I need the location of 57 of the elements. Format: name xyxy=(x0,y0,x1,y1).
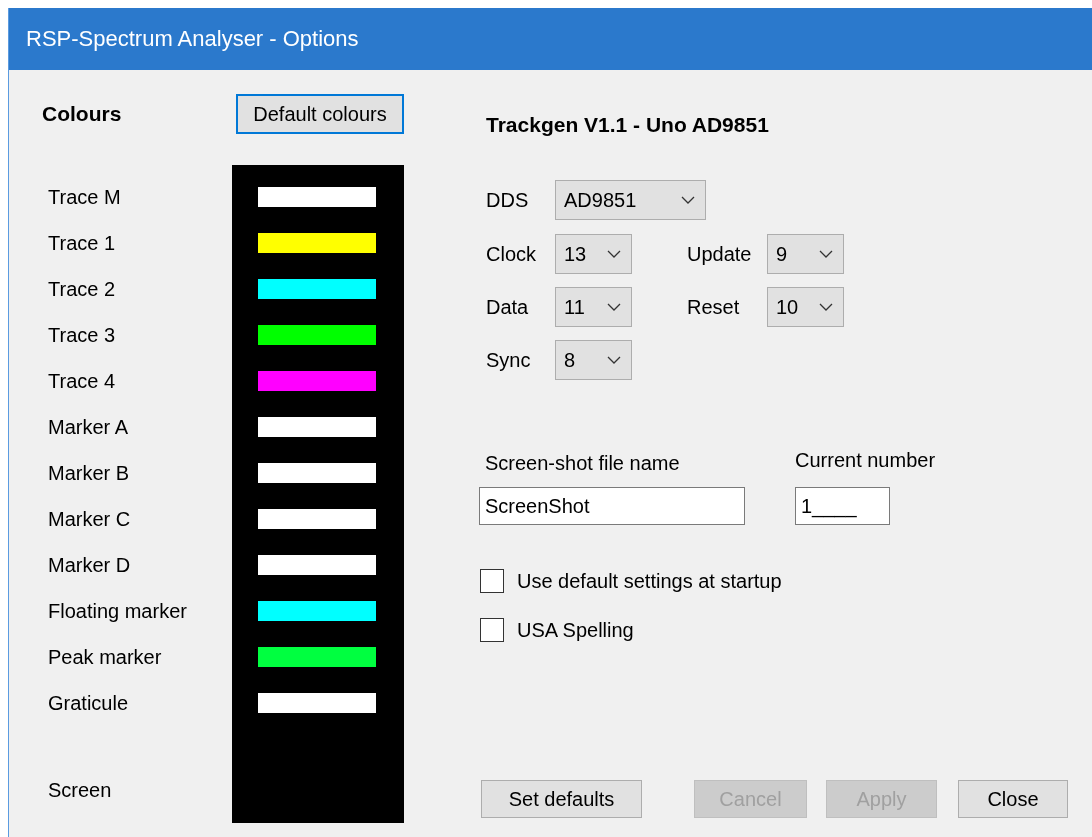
pin-dropdown[interactable]: 10 xyxy=(767,287,844,327)
dds-label: DDS xyxy=(486,188,530,212)
pin-label: Sync xyxy=(486,348,531,372)
colour-label: Screen xyxy=(47,778,112,803)
device-title: Trackgen V1.1 - Uno AD9851 xyxy=(486,112,769,138)
colour-label: Marker C xyxy=(47,507,131,532)
pin-label: Update xyxy=(687,242,752,266)
pin-label: Data xyxy=(486,295,529,319)
dialog-button[interactable]: Close xyxy=(958,780,1068,818)
window-title: RSP-Spectrum Analyser - Options xyxy=(26,26,359,52)
colour-swatch[interactable] xyxy=(258,647,376,667)
pin-dropdown[interactable]: 11 xyxy=(555,287,632,327)
checkbox-label: Use default settings at startup xyxy=(517,569,782,593)
colour-label: Marker D xyxy=(47,553,131,578)
pin-label: Clock xyxy=(486,242,536,266)
colour-swatch[interactable] xyxy=(258,325,376,345)
colour-label: Trace 4 xyxy=(47,369,116,394)
colour-label: Trace 1 xyxy=(47,231,116,256)
colour-swatch[interactable] xyxy=(258,555,376,575)
colour-label: Trace 2 xyxy=(47,277,116,302)
dialog-button[interactable]: Set defaults xyxy=(481,780,642,818)
dds-dropdown[interactable]: AD9851 xyxy=(555,180,706,220)
colour-swatch[interactable] xyxy=(258,233,376,253)
file-name-label: Screen-shot file name xyxy=(485,451,680,475)
file-name-input[interactable]: ScreenShot xyxy=(479,487,745,525)
colour-swatch[interactable] xyxy=(258,509,376,529)
colour-swatch[interactable] xyxy=(258,187,376,207)
colour-swatch[interactable] xyxy=(258,371,376,391)
current-number-input[interactable]: 1____ xyxy=(795,487,890,525)
colour-label: Floating marker xyxy=(47,599,187,624)
checkbox[interactable] xyxy=(480,569,504,593)
pin-dropdown[interactable]: 8 xyxy=(555,340,632,380)
chevron-down-icon xyxy=(681,196,695,204)
colour-label: Marker B xyxy=(47,461,130,486)
colour-label: Marker A xyxy=(47,415,129,440)
chevron-down-icon xyxy=(607,250,621,258)
pin-dropdown[interactable]: 13 xyxy=(555,234,632,274)
colour-label: Trace 3 xyxy=(47,323,116,348)
chevron-down-icon xyxy=(819,303,833,311)
colour-label: Trace M xyxy=(47,185,121,210)
colours-heading: Colours xyxy=(42,102,123,126)
default-colours-button[interactable]: Default colours xyxy=(236,94,404,134)
chevron-down-icon xyxy=(819,250,833,258)
colour-label: Graticule xyxy=(47,691,129,716)
checkbox-label: USA Spelling xyxy=(517,618,634,642)
pin-label: Reset xyxy=(687,295,740,319)
chevron-down-icon xyxy=(607,356,621,364)
current-number-label: Current number xyxy=(795,448,936,472)
colour-swatch[interactable] xyxy=(258,463,376,483)
colour-swatch[interactable] xyxy=(258,279,376,299)
colour-swatch[interactable] xyxy=(258,693,376,713)
colour-swatch[interactable] xyxy=(258,601,376,621)
colour-label: Peak marker xyxy=(47,645,162,670)
checkbox[interactable] xyxy=(480,618,504,642)
pin-dropdown[interactable]: 9 xyxy=(767,234,844,274)
chevron-down-icon xyxy=(607,303,621,311)
colour-swatch[interactable] xyxy=(258,417,376,437)
